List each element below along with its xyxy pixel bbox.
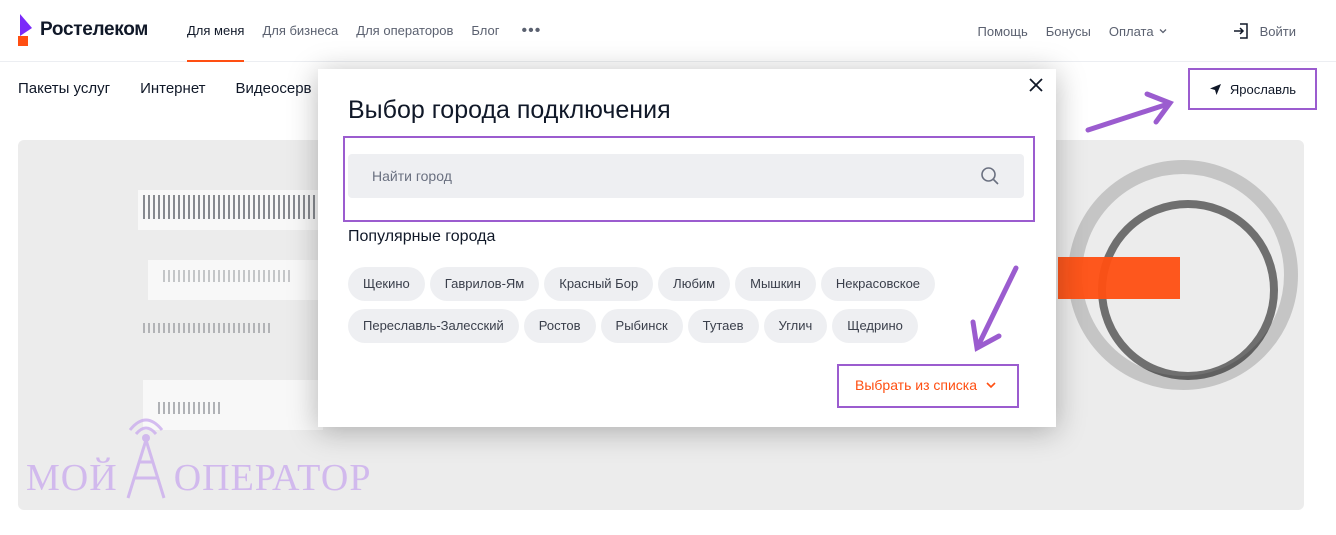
nav-help[interactable]: Помощь [978, 24, 1028, 39]
header-right-nav: Помощь Бонусы Оплата Войти [978, 0, 1336, 62]
search-icon[interactable] [980, 166, 1000, 186]
watermark-text-left: МОЙ [26, 457, 118, 499]
banner-text-blur [143, 323, 273, 333]
close-icon[interactable] [1026, 75, 1046, 95]
arrow-to-city-button [1085, 91, 1174, 133]
city-selector-button[interactable]: Ярославль [1188, 68, 1317, 110]
banner-heading-blur [143, 195, 323, 219]
city-chip[interactable]: Некрасовское [820, 267, 936, 301]
city-chip[interactable]: Красный Бор [544, 267, 654, 301]
main-nav: Для меня Для бизнеса Для операторов Блог… [187, 0, 541, 62]
banner-orange-shape [1058, 257, 1180, 299]
popular-cities-list: Щекино Гаврилов-Ям Красный Бор Любим Мыш… [348, 267, 968, 351]
modal-title: Выбор города подключения [348, 96, 671, 124]
nav-blog[interactable]: Блог [471, 0, 499, 62]
popular-cities-title: Популярные города [348, 228, 496, 245]
cities-row: Щекино Гаврилов-Ям Красный Бор Любим Мыш… [348, 267, 968, 301]
rostelecom-logo[interactable]: Ростелеком [18, 14, 148, 46]
city-search-box[interactable] [348, 154, 1024, 198]
nav-for-me[interactable]: Для меня [187, 0, 245, 62]
choose-from-list-button[interactable]: Выбрать из списка [855, 374, 997, 396]
watermark-text-right: ОПЕРАТОР [173, 457, 372, 499]
nav-payment-label: Оплата [1108, 23, 1154, 39]
sub-nav: Пакеты услуг Интернет Видеосерв [18, 62, 342, 114]
city-chip[interactable]: Углич [763, 309, 828, 343]
logo-mark-icon [18, 14, 32, 46]
choose-from-list-label: Выбрать из списка [855, 377, 978, 393]
nav-for-business[interactable]: Для бизнеса [262, 0, 338, 62]
logo-text: Ростелеком [40, 19, 149, 40]
city-chip[interactable]: Гаврилов-Ям [429, 267, 540, 301]
city-chip[interactable]: Ростов [523, 309, 596, 343]
chevron-down-icon [986, 382, 996, 389]
nav-bonuses[interactable]: Бонусы [1046, 24, 1091, 39]
city-chip[interactable]: Любим [658, 267, 731, 301]
city-chip[interactable]: Тутаев [687, 309, 759, 343]
city-chip[interactable]: Рыбинск [600, 309, 683, 343]
more-dots-icon[interactable]: ••• [522, 22, 542, 40]
city-chip[interactable]: Щедрино [832, 309, 918, 343]
top-header: Ростелеком Для меня Для бизнеса Для опер… [0, 0, 1336, 62]
city-chip[interactable]: Щекино [348, 267, 425, 301]
nav-payment[interactable]: Оплата [1109, 24, 1168, 39]
location-arrow-icon [1209, 83, 1221, 95]
radio-tower-icon [126, 418, 166, 499]
banner-text-blur [163, 270, 293, 282]
city-search-input[interactable] [372, 154, 952, 198]
subnav-packages[interactable]: Пакеты услуг [18, 80, 110, 97]
city-selector-label: Ярославль [1229, 81, 1297, 97]
city-select-modal: Выбор города подключения Популярные горо… [318, 69, 1056, 427]
chevron-down-icon [1159, 29, 1167, 34]
login-label: Войти [1259, 23, 1296, 39]
subnav-video[interactable]: Видеосерв [236, 80, 312, 97]
city-chip[interactable]: Мышкин [735, 267, 816, 301]
login-button[interactable]: Войти [1232, 22, 1296, 40]
login-icon [1233, 23, 1248, 39]
nav-for-operators[interactable]: Для операторов [356, 0, 453, 62]
city-chip[interactable]: Переславль-Залесский [348, 309, 519, 343]
subnav-internet[interactable]: Интернет [140, 80, 205, 97]
cities-row: Переславль-Залесский Ростов Рыбинск Тута… [348, 309, 968, 343]
